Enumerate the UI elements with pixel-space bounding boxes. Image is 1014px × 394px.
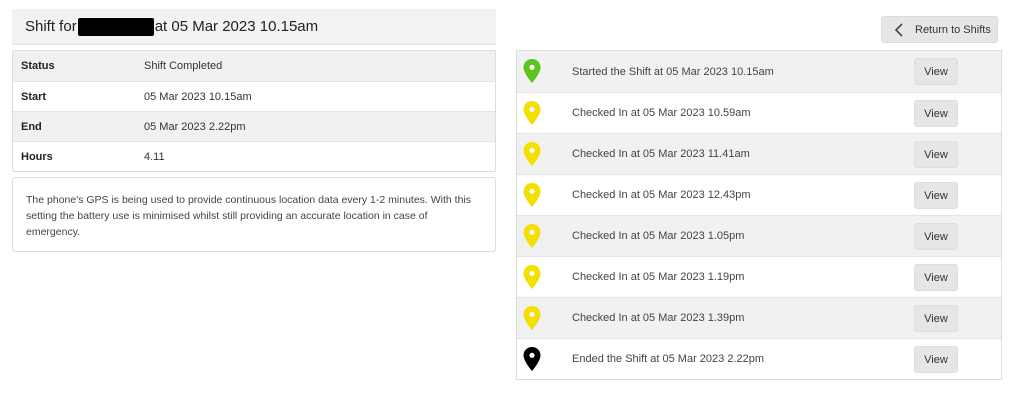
title-prefix: Shift for — [25, 18, 77, 35]
info-value: Shift Completed — [144, 60, 223, 72]
event-row: Started the Shift at 05 Mar 2023 10.15am… — [517, 51, 1001, 92]
event-text: Checked In at 05 Mar 2023 1.05pm — [572, 230, 745, 242]
info-row-status: Status Shift Completed — [13, 51, 495, 81]
view-button[interactable]: View — [914, 182, 958, 209]
shift-events-list: Started the Shift at 05 Mar 2023 10.15am… — [516, 50, 1002, 380]
map-pin-icon — [523, 347, 541, 371]
title-suffix: at 05 Mar 2023 10.15am — [154, 18, 319, 35]
event-text: Checked In at 05 Mar 2023 10.59am — [572, 107, 751, 119]
info-value: 05 Mar 2023 10.15am — [144, 90, 252, 103]
shift-info-table: Status Shift Completed Start 05 Mar 2023… — [12, 50, 496, 172]
event-row: Checked In at 05 Mar 2023 1.05pm View — [517, 215, 1001, 256]
map-pin-icon — [523, 224, 541, 248]
return-to-shifts-button[interactable]: Return to Shifts — [881, 16, 998, 43]
map-pin-icon — [523, 59, 541, 83]
event-row: Ended the Shift at 05 Mar 2023 2.22pm Vi… — [517, 338, 1001, 379]
event-text: Checked In at 05 Mar 2023 1.19pm — [572, 271, 745, 283]
event-text: Ended the Shift at 05 Mar 2023 2.22pm — [572, 353, 765, 365]
view-button[interactable]: View — [914, 264, 958, 291]
info-label: Status — [21, 60, 55, 72]
view-button[interactable]: View — [914, 305, 958, 332]
event-row: Checked In at 05 Mar 2023 1.39pm View — [517, 297, 1001, 338]
event-row: Checked In at 05 Mar 2023 1.19pm View — [517, 256, 1001, 297]
event-row: Checked In at 05 Mar 2023 12.43pm View — [517, 174, 1001, 215]
info-value: 05 Mar 2023 2.22pm — [144, 120, 246, 133]
event-row: Checked In at 05 Mar 2023 10.59am View — [517, 92, 1001, 133]
info-row-end: End 05 Mar 2023 2.22pm — [13, 111, 495, 141]
event-text: Checked In at 05 Mar 2023 1.39pm — [572, 312, 745, 324]
info-value: 4.11 — [144, 150, 165, 163]
info-row-start: Start 05 Mar 2023 10.15am — [13, 81, 495, 111]
event-text: Started the Shift at 05 Mar 2023 10.15am — [572, 65, 774, 78]
info-row-hours: Hours 4.11 — [13, 141, 495, 171]
gps-note-text: The phone's GPS is being used to provide… — [26, 194, 472, 238]
gps-note-panel: The phone's GPS is being used to provide… — [12, 177, 496, 252]
info-label: End — [21, 120, 42, 133]
info-label: Hours — [21, 150, 53, 163]
map-pin-icon — [523, 306, 541, 330]
page-title: Shift for at 05 Mar 2023 10.15am — [12, 9, 496, 45]
view-button[interactable]: View — [914, 58, 958, 85]
redacted-name — [77, 17, 154, 36]
view-button[interactable]: View — [914, 346, 958, 373]
info-label: Start — [21, 90, 47, 103]
map-pin-icon — [523, 101, 541, 125]
map-pin-icon — [523, 142, 541, 166]
return-button-label: Return to Shifts — [915, 23, 991, 36]
event-row: Checked In at 05 Mar 2023 11.41am View — [517, 133, 1001, 174]
event-text: Checked In at 05 Mar 2023 11.41am — [572, 148, 750, 160]
map-pin-icon — [523, 265, 541, 289]
view-button[interactable]: View — [914, 223, 958, 250]
view-button[interactable]: View — [914, 141, 958, 168]
chevron-left-icon — [894, 22, 903, 37]
event-text: Checked In at 05 Mar 2023 12.43pm — [572, 189, 751, 201]
view-button[interactable]: View — [914, 100, 958, 127]
map-pin-icon — [523, 183, 541, 207]
